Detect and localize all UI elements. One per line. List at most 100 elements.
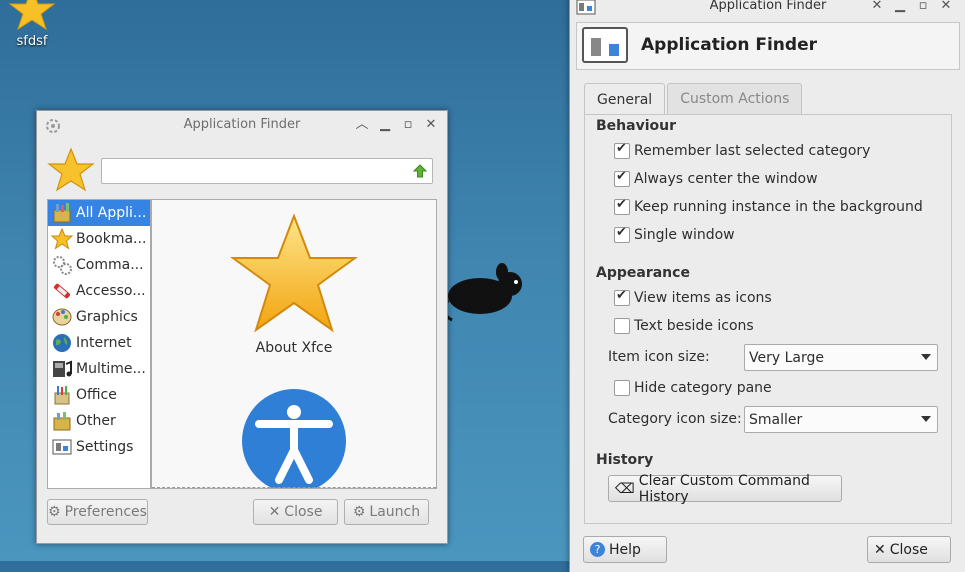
search-input[interactable] xyxy=(101,158,433,184)
remember-category-checkbox[interactable]: Remember last selected category xyxy=(614,141,871,159)
category-icon-size-label: Category icon size: xyxy=(608,411,742,427)
chevron-down-icon xyxy=(921,354,931,360)
checkbox-label: Single window xyxy=(634,227,735,243)
category-commands[interactable]: Comma... xyxy=(48,252,150,278)
hide-category-checkbox[interactable]: Hide category pane xyxy=(614,380,772,396)
category-icon-size-select[interactable]: Smaller xyxy=(744,406,938,433)
accessories-icon xyxy=(53,283,71,299)
appfinder-window: Application Finder ︿ ▁ ▫ ✕ All Appli... … xyxy=(36,110,448,544)
checkbox[interactable] xyxy=(614,197,630,215)
section-history: History xyxy=(596,452,654,468)
checkbox[interactable] xyxy=(614,318,630,334)
close-window-button-2[interactable]: ✕ xyxy=(938,0,954,14)
select-value: Very Large xyxy=(749,349,824,366)
preferences-button[interactable]: ⚙ Preferences xyxy=(47,499,148,525)
minimize-button[interactable]: ▁ xyxy=(892,0,908,14)
help-button[interactable]: ? Help xyxy=(583,536,667,563)
category-label: Settings xyxy=(76,439,134,455)
close-button[interactable]: ✕ Close xyxy=(867,536,951,563)
item-icon-size-select[interactable]: Very Large xyxy=(744,344,938,371)
category-label: Office xyxy=(76,387,117,403)
single-window-checkbox[interactable]: Single window xyxy=(614,225,735,243)
category-label: Other xyxy=(76,413,116,429)
star-icon xyxy=(229,213,359,333)
category-office[interactable]: Office xyxy=(48,382,150,408)
multimedia-icon xyxy=(53,360,72,377)
checkbox[interactable] xyxy=(614,225,630,243)
category-label: Multime... xyxy=(76,361,146,377)
button-label: Close xyxy=(284,504,323,520)
button-label: Help xyxy=(609,541,641,558)
preferences-window: Application Finder ✕ ▁ ▫ ✕ Application F… xyxy=(569,0,965,572)
category-all[interactable]: All Appli... xyxy=(48,200,150,226)
app-icon-view: About Xfce xyxy=(151,199,437,489)
category-settings[interactable]: Settings xyxy=(48,434,150,460)
section-behaviour: Behaviour xyxy=(596,118,676,134)
checkbox[interactable] xyxy=(614,288,630,306)
app-about-xfce[interactable]: About Xfce xyxy=(152,212,436,356)
category-label: All Appli... xyxy=(76,205,147,221)
clear-history-button[interactable]: ⌫ Clear Custom Command History xyxy=(608,472,842,505)
settings-icon xyxy=(52,439,72,455)
accessibility-icon xyxy=(242,389,346,488)
chevron-down-icon xyxy=(921,416,931,422)
view-icons-checkbox[interactable]: View items as icons xyxy=(614,288,772,306)
checkbox[interactable] xyxy=(614,169,630,187)
close-icon: ✕ xyxy=(268,504,281,520)
gears-icon xyxy=(53,256,72,275)
category-label: Bookma... xyxy=(76,231,147,247)
category-multimedia[interactable]: Multime... xyxy=(48,356,150,382)
checkbox[interactable] xyxy=(614,141,630,159)
app-accessibility[interactable] xyxy=(152,386,436,488)
category-label: Internet xyxy=(76,335,132,351)
checkbox-label: View items as icons xyxy=(634,290,772,306)
desktop-icon-label: sfdsf xyxy=(16,34,48,49)
category-label: Comma... xyxy=(76,257,144,273)
text-beside-icons-checkbox[interactable]: Text beside icons xyxy=(614,318,754,334)
tab-general[interactable]: General xyxy=(584,83,666,115)
close-window-button[interactable]: ✕ xyxy=(869,0,885,14)
shade-button[interactable]: ︿ xyxy=(354,117,370,133)
category-list: All Appli... Bookma... Comma... Accesso.… xyxy=(47,199,151,489)
background-instance-checkbox[interactable]: Keep running instance in the background xyxy=(614,197,923,215)
close-icon: ✕ xyxy=(874,541,886,558)
close-button[interactable]: ✕ Close xyxy=(253,499,338,525)
checkbox[interactable] xyxy=(614,380,630,396)
category-internet[interactable]: Internet xyxy=(48,330,150,356)
minimize-button[interactable]: ▁ xyxy=(377,117,393,133)
header-title: Application Finder xyxy=(641,35,817,55)
button-label: Preferences xyxy=(64,504,147,520)
checkbox-label: Text beside icons xyxy=(634,318,754,334)
button-label: Close xyxy=(889,541,928,558)
center-window-checkbox[interactable]: Always center the window xyxy=(614,169,818,187)
checkbox-label: Keep running instance in the background xyxy=(634,199,923,215)
office-icon xyxy=(54,386,70,405)
checkbox-label: Remember last selected category xyxy=(634,143,871,159)
desktop-icon-sfdsf[interactable]: sfdsf xyxy=(8,0,56,49)
checkbox-label: Always center the window xyxy=(634,171,818,187)
titlebar: Application Finder ︿ ▁ ▫ ✕ xyxy=(37,111,447,139)
tab-custom-actions[interactable]: Custom Actions xyxy=(667,83,803,114)
gear-icon: ⚙ xyxy=(48,504,61,520)
category-graphics[interactable]: Graphics xyxy=(48,304,150,330)
category-label: Accesso... xyxy=(76,283,146,299)
category-other[interactable]: Other xyxy=(48,408,150,434)
all-apps-icon xyxy=(53,203,71,223)
maximize-button[interactable]: ▫ xyxy=(400,117,416,133)
launch-button[interactable]: ⚙ Launch xyxy=(344,499,429,525)
star-icon xyxy=(47,147,95,192)
star-icon xyxy=(51,228,73,250)
category-bookmarks[interactable]: Bookma... xyxy=(48,226,150,252)
checkbox-label: Hide category pane xyxy=(634,380,772,396)
go-up-icon[interactable] xyxy=(412,164,428,182)
launch-icon: ⚙ xyxy=(352,504,366,520)
close-window-button[interactable]: ✕ xyxy=(423,117,439,133)
xfce-mouse-icon xyxy=(443,263,522,322)
button-label: Clear Custom Command History xyxy=(638,472,810,505)
section-appearance: Appearance xyxy=(596,265,690,281)
other-icon xyxy=(53,412,71,431)
titlebar: Application Finder ✕ ▁ ▫ ✕ xyxy=(570,0,965,20)
dialog-header: Application Finder xyxy=(576,22,960,70)
maximize-button[interactable]: ▫ xyxy=(915,0,931,14)
category-accessories[interactable]: Accesso... xyxy=(48,278,150,304)
